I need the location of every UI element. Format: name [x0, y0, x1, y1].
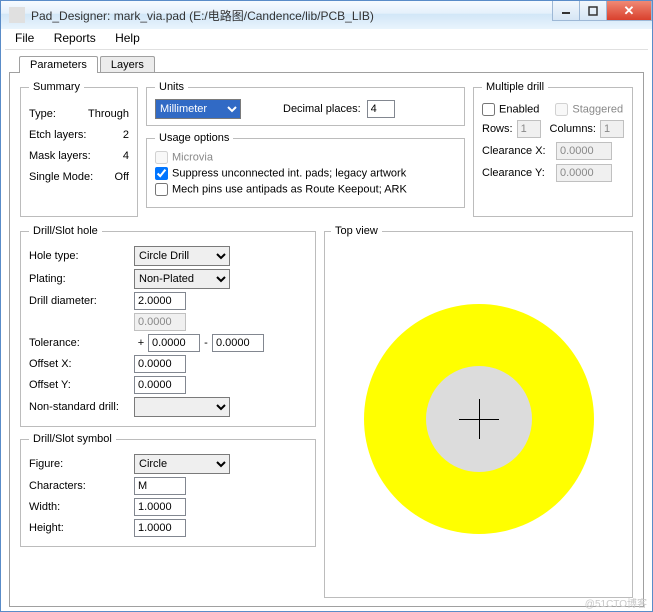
- topview-canvas: [335, 251, 622, 587]
- cols-label: Columns:: [550, 123, 596, 135]
- width-input[interactable]: [134, 498, 186, 516]
- height-label: Height:: [29, 522, 134, 534]
- drillhole-group: Drill/Slot hole Hole type:Circle Drill P…: [20, 225, 316, 427]
- single-label: Single Mode:: [29, 171, 93, 183]
- cols-input: [600, 120, 624, 138]
- chars-label: Characters:: [29, 480, 134, 492]
- rows-label: Rows:: [482, 123, 513, 135]
- staggered-label: Staggered: [572, 103, 623, 115]
- crosshair-v: [479, 399, 480, 439]
- suppress-label: Suppress unconnected int. pads; legacy a…: [172, 167, 406, 179]
- menu-help[interactable]: Help: [107, 29, 148, 47]
- microvia-label: Microvia: [172, 151, 213, 163]
- plating-select[interactable]: Non-Plated: [134, 269, 230, 289]
- width-label: Width:: [29, 501, 134, 513]
- chars-input[interactable]: [134, 477, 186, 495]
- offx-label: Offset X:: [29, 358, 134, 370]
- cleary-label: Clearance Y:: [482, 167, 552, 179]
- usage-group: Usage options Microvia Suppress unconnec…: [146, 132, 465, 208]
- rows-input: [517, 120, 541, 138]
- units-select[interactable]: Millimeter: [155, 99, 241, 119]
- menu-reports[interactable]: Reports: [46, 29, 104, 47]
- usage-legend: Usage options: [155, 132, 233, 144]
- tab-layers[interactable]: Layers: [100, 56, 155, 73]
- holetype-select[interactable]: Circle Drill: [134, 246, 230, 266]
- drillsym-group: Drill/Slot symbol Figure:Circle Characte…: [20, 433, 316, 547]
- diameter-input[interactable]: [134, 292, 186, 310]
- decimal-label: Decimal places:: [283, 103, 361, 115]
- topview-group: Top view: [324, 225, 633, 598]
- menu-file[interactable]: File: [7, 29, 42, 47]
- diameter2-input: [134, 313, 186, 331]
- nsd-select[interactable]: [134, 397, 230, 417]
- nsd-label: Non-standard drill:: [29, 401, 134, 413]
- drillsym-legend: Drill/Slot symbol: [29, 433, 116, 445]
- etch-value: 2: [123, 129, 129, 141]
- summary-group: Summary Type: Through Etch layers: 2 Mask …: [20, 81, 138, 217]
- menubar: File Reports Help: [1, 29, 652, 49]
- close-button[interactable]: ✕: [606, 1, 652, 21]
- enabled-checkbox[interactable]: [482, 103, 495, 116]
- staggered-checkbox: [555, 103, 568, 116]
- offy-input[interactable]: [134, 376, 186, 394]
- type-value: Through: [88, 108, 129, 120]
- suppress-checkbox[interactable]: [155, 167, 168, 180]
- tol-dash: -: [200, 337, 212, 349]
- units-group: Units Millimeter Decimal places:: [146, 81, 465, 126]
- mdrill-legend: Multiple drill: [482, 81, 548, 93]
- tab-parameters[interactable]: Parameters: [19, 56, 98, 73]
- microvia-checkbox: [155, 151, 168, 164]
- units-legend: Units: [155, 81, 188, 93]
- watermark: @51CTO博客: [585, 595, 647, 610]
- mask-value: 4: [123, 150, 129, 162]
- figure-select[interactable]: Circle: [134, 454, 230, 474]
- multiple-drill-group: Multiple drill Enabled Staggered Rows: C…: [473, 81, 633, 217]
- offx-input[interactable]: [134, 355, 186, 373]
- figure-label: Figure:: [29, 458, 134, 470]
- offy-label: Offset Y:: [29, 379, 134, 391]
- window-title: Pad_Designer: mark_via.pad (E:/电路图/Cande…: [31, 7, 374, 24]
- clearx-input: [556, 142, 612, 160]
- clearx-label: Clearance X:: [482, 145, 552, 157]
- diameter-label: Drill diameter:: [29, 295, 134, 307]
- minimize-button[interactable]: [552, 1, 580, 21]
- holetype-label: Hole type:: [29, 250, 134, 262]
- tol1-input[interactable]: [148, 334, 200, 352]
- etch-label: Etch layers:: [29, 129, 86, 141]
- cleary-input: [556, 164, 612, 182]
- titlebar[interactable]: Pad_Designer: mark_via.pad (E:/电路图/Cande…: [1, 1, 652, 29]
- enabled-label: Enabled: [499, 103, 539, 115]
- decimal-input[interactable]: [367, 100, 395, 118]
- topview-legend: Top view: [331, 225, 382, 237]
- tab-body: Summary Type: Through Etch layers: 2 Mask …: [9, 72, 644, 607]
- summary-legend: Summary: [29, 81, 84, 93]
- tol-label: Tolerance:: [29, 337, 134, 349]
- mask-label: Mask layers:: [29, 150, 91, 162]
- mechpins-label: Mech pins use antipads as Route Keepout;…: [172, 183, 407, 195]
- mechpins-checkbox[interactable]: [155, 183, 168, 196]
- height-input[interactable]: [134, 519, 186, 537]
- tol-plus: +: [134, 337, 148, 349]
- maximize-button[interactable]: [579, 1, 607, 21]
- app-icon: [9, 7, 25, 23]
- tol2-input[interactable]: [212, 334, 264, 352]
- drillhole-legend: Drill/Slot hole: [29, 225, 102, 237]
- type-label: Type:: [29, 108, 56, 120]
- single-value: Off: [115, 171, 129, 183]
- plating-label: Plating:: [29, 273, 134, 285]
